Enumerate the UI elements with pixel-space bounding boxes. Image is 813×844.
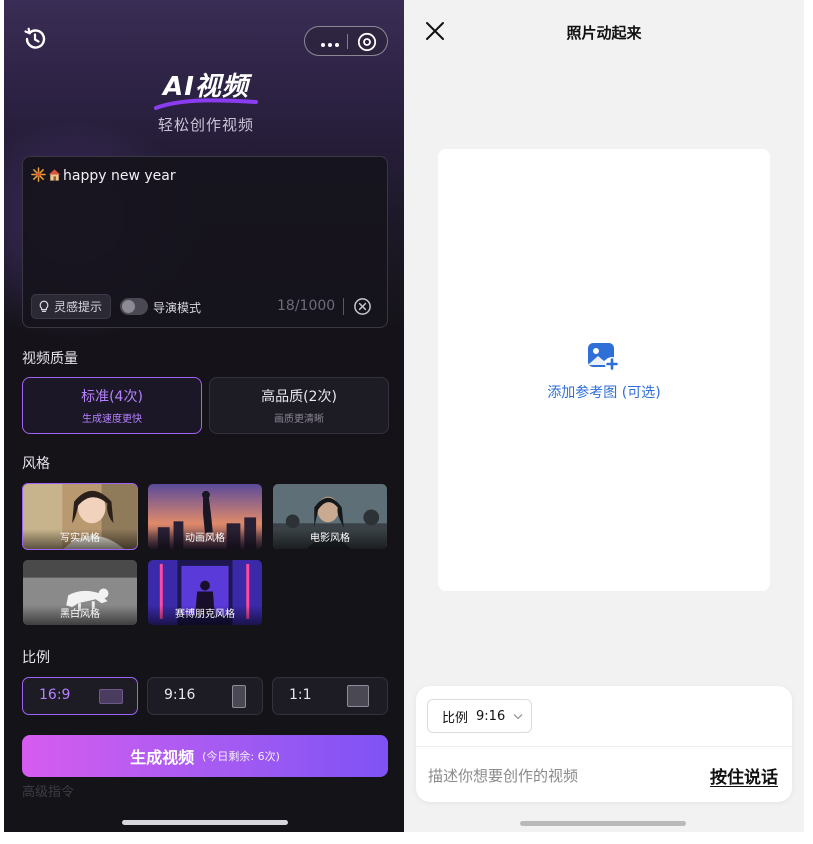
more-icon[interactable] [315,27,345,55]
landscape-ratio-icon [99,689,123,704]
remaining-count: (今日剩余: 6次) [202,750,280,763]
history-icon[interactable] [22,26,48,52]
prompt-text: happy new year [63,168,176,184]
home-indicator[interactable] [122,820,288,825]
close-circle-icon[interactable] [355,30,379,54]
clear-text-icon[interactable] [353,297,372,316]
style-tile-cyberpunk[interactable]: 赛博朋克风格 [147,559,263,626]
ratio-label: 1:1 [289,687,312,703]
prompt-sheet: 比例 9:16 描述你想要创作的视频 按住说话 [416,686,792,802]
chevron-down-icon [513,713,523,719]
ai-video-panel: AI视频 轻松创作视频 happy new year 灵感提示 导演模式 18/… [4,0,404,832]
style-tile-blackwhite[interactable]: 黑白风格 [22,559,138,626]
quality-option-subtitle: 生成速度更快 [82,414,142,425]
ratio-label: 16:9 [39,687,71,703]
ratio-option-1-1[interactable]: 1:1 [272,677,388,715]
quality-option-high[interactable]: 高品质(2次) 画质更清晰 [209,377,389,434]
ratio-chip-label: 比例 [442,710,469,726]
logo-subtitle: 轻松创作视频 [157,116,254,134]
quality-option-standard[interactable]: 标准(4次) 生成速度更快 [22,377,202,434]
quality-section-label: 视频质量 [22,351,78,367]
add-image-icon [586,340,620,372]
director-mode-label: 导演模式 [153,301,202,315]
style-tile-label: 赛博朋克风格 [148,605,262,625]
mini-program-capsule [304,26,388,56]
add-reference-label: 添加参考图 (可选) [547,385,661,401]
style-section-label: 风格 [22,456,50,472]
house-emoji-icon [48,169,61,181]
portrait-ratio-icon [232,685,246,708]
quality-option-title: 高品质(2次) [261,389,337,405]
prompt-textarea[interactable]: happy new year 灵感提示 导演模式 18/1000 [22,156,388,328]
capsule-divider [347,34,348,49]
style-tile-label: 电影风格 [273,529,387,549]
square-ratio-icon [347,685,369,707]
style-tile-cinematic[interactable]: 电影风格 [272,483,388,550]
style-tile-label: 黑白风格 [23,605,137,625]
ratio-section-label: 比例 [22,650,50,666]
inspiration-button[interactable]: 灵感提示 [31,294,112,319]
advanced-label: 高级指令 [22,785,75,800]
description-input[interactable]: 描述你想要创作的视频 [428,765,578,786]
home-indicator[interactable] [520,821,686,826]
ratio-option-16-9[interactable]: 16:9 [22,677,138,715]
style-tile-label: 写实风格 [23,529,137,549]
advanced-instructions-row[interactable]: 高级指令 [22,781,388,801]
generate-label: 生成视频 [130,748,195,767]
inspiration-label: 灵感提示 [54,300,103,314]
director-mode-toggle[interactable] [120,298,148,315]
hold-to-talk-button[interactable]: 按住说话 [710,763,778,788]
ratio-option-9-16[interactable]: 9:16 [147,677,263,715]
char-counter: 18/1000 [277,298,336,314]
ai-video-logo: AI视频 轻松创作视频 [152,66,272,138]
quality-option-title: 标准(4次) [81,389,143,405]
lightbulb-icon [39,300,49,312]
style-tile-anime[interactable]: 动画风格 [147,483,263,550]
photo-animate-panel: 照片动起来 添加参考图 (可选) 比例 9:16 描述你想要创作的视频 按住说话 [404,0,804,832]
ratio-dropdown[interactable]: 比例 9:16 [427,699,532,733]
sheet-divider [416,746,792,747]
reference-image-upload[interactable]: 添加参考图 (可选) [438,149,770,591]
generate-video-button[interactable]: 生成视频 (今日剩余: 6次) [22,735,388,777]
ratio-chip-value: 9:16 [476,708,506,724]
prompt-text-line: happy new year [31,167,176,184]
counter-divider [343,298,344,315]
style-tile-realistic[interactable]: 写实风格 [22,483,138,550]
style-tile-label: 动画风格 [148,529,262,549]
fireworks-emoji-icon [31,167,46,182]
page-title: 照片动起来 [566,24,642,42]
ratio-label: 9:16 [164,687,196,703]
logo-swoosh [154,98,258,110]
quality-option-subtitle: 画质更清晰 [274,414,324,425]
